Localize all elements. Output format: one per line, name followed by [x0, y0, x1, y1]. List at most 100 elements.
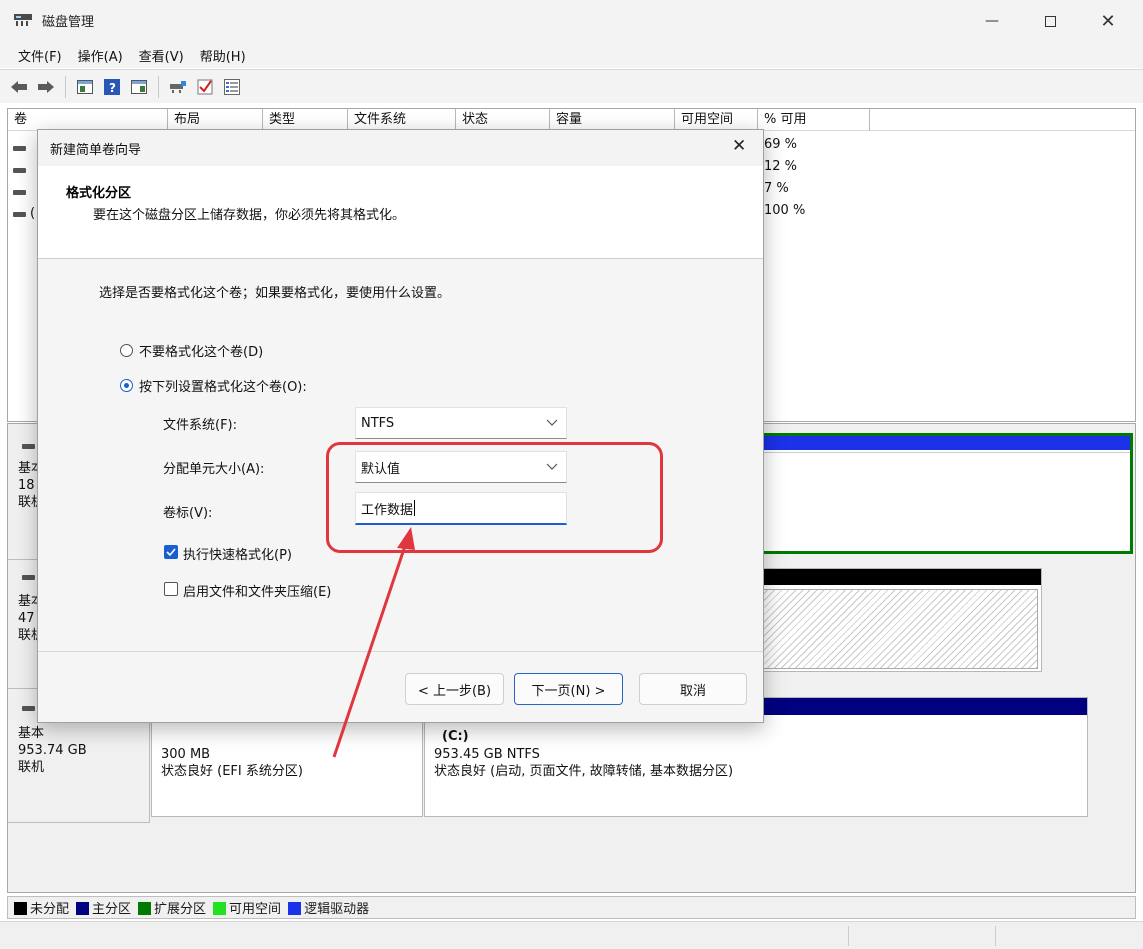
radio-format-label[interactable]: 按下列设置格式化这个卷(O):: [139, 376, 307, 395]
legend-primary: 主分区: [76, 898, 131, 917]
svg-text:?: ?: [109, 81, 116, 95]
unallocated-hatch: [739, 589, 1038, 669]
radio-no-format[interactable]: [120, 344, 133, 357]
radio-format[interactable]: [120, 379, 133, 392]
help-icon: ?: [104, 78, 120, 95]
wizard-instruction: 选择是否要格式化这个卷；如果要格式化，要使用什么设置。: [99, 286, 451, 301]
volume-icon: [13, 168, 26, 173]
volume-label-label: 卷标(V):: [163, 506, 213, 521]
legend-label: 可用空间: [229, 902, 282, 917]
connect-disk-icon: [170, 80, 186, 93]
partition-size: 953.45 GB NTFS: [434, 747, 540, 762]
unallocated-bar: [736, 569, 1041, 585]
maximize-button[interactable]: [1021, 0, 1079, 42]
forward-button[interactable]: [35, 76, 57, 98]
legend-free-space: 可用空间: [213, 898, 281, 917]
quick-format-label[interactable]: 执行快速格式化(P): [183, 544, 292, 563]
legend-label: 扩展分区: [154, 902, 207, 917]
column-capacity[interactable]: 容量: [550, 109, 675, 131]
close-button[interactable]: ✕: [1079, 0, 1137, 42]
column-filesystem[interactable]: 文件系统: [348, 109, 456, 131]
legend-extended: 扩展分区: [138, 898, 206, 917]
legend-unallocated: 未分配: [14, 898, 69, 917]
disk-status: 联机: [18, 760, 45, 775]
allocation-unit-label: 分配单元大小(A):: [163, 462, 265, 477]
volume-list-header: 卷 布局 类型 文件系统 状态 容量 可用空间 % 可用: [8, 109, 1135, 131]
minimize-button[interactable]: —: [963, 0, 1021, 42]
wizard-step-subtitle: 要在这个磁盘分区上储存数据，你必须先将其格式化。: [93, 208, 406, 223]
legend-swatch: [138, 902, 152, 915]
quick-format-checkbox[interactable]: [164, 545, 178, 559]
disk-icon: [22, 706, 35, 711]
column-volume[interactable]: 卷: [8, 109, 168, 131]
back-arrow-icon: [11, 80, 27, 93]
legend-swatch: [213, 902, 227, 915]
volume-percent-free: 69 %: [764, 137, 798, 152]
column-layout[interactable]: 布局: [168, 109, 263, 131]
logical-drive-bar: [738, 436, 1130, 450]
action-pane-icon: [131, 79, 147, 94]
next-button[interactable]: 下一页(N) >: [514, 673, 623, 705]
wizard-header: 格式化分区 要在这个磁盘分区上储存数据，你必须先将其格式化。: [38, 166, 763, 259]
forward-arrow-icon: [38, 80, 54, 93]
menu-file[interactable]: 文件(F): [10, 46, 70, 65]
wizard-title: 新建简单卷向导: [50, 143, 142, 158]
new-simple-volume-wizard: 新建简单卷向导 ✕ 格式化分区 要在这个磁盘分区上储存数据，你必须先将其格式化。…: [37, 129, 764, 723]
help-button[interactable]: ?: [101, 76, 123, 98]
menu-action[interactable]: 操作(A): [70, 46, 131, 65]
free-space-partition[interactable]: [735, 433, 1133, 554]
volume-icon: [13, 190, 26, 195]
status-divider: [995, 926, 996, 946]
back-button[interactable]: [8, 76, 30, 98]
check-icon: [197, 79, 213, 94]
connect-virtual-disk-button[interactable]: [167, 76, 189, 98]
cancel-button[interactable]: 取消: [639, 673, 747, 705]
legend-swatch: [14, 902, 27, 915]
wizard-footer-divider: [38, 651, 763, 652]
partition-size: 300 MB: [161, 747, 211, 762]
volume-icon: [13, 212, 26, 217]
compression-label[interactable]: 启用文件和文件夹压缩(E): [183, 581, 331, 600]
console-tree-icon: [77, 79, 93, 94]
check-button[interactable]: [194, 76, 216, 98]
volume-name-partial: (: [30, 206, 36, 221]
filesystem-label: 文件系统(F):: [163, 418, 238, 433]
legend-logical-drive: 逻辑驱动器: [288, 898, 369, 917]
minimize-icon: —: [985, 13, 999, 29]
status-divider: [848, 926, 849, 946]
title-bar: 磁盘管理 — ✕: [0, 0, 1143, 42]
menu-help[interactable]: 帮助(H): [192, 46, 254, 65]
window-title: 磁盘管理: [42, 15, 95, 30]
filesystem-value: NTFS: [361, 415, 395, 431]
legend-label: 未分配: [30, 902, 70, 917]
close-icon: ✕: [1100, 10, 1116, 32]
annotation-highlight-box: [326, 442, 663, 553]
show-hide-action-pane-button[interactable]: [128, 76, 150, 98]
column-free-space[interactable]: 可用空间: [675, 109, 758, 131]
wizard-close-button[interactable]: ✕: [732, 136, 746, 156]
volume-percent-free: 100 %: [764, 203, 806, 218]
legend: 未分配 主分区 扩展分区 可用空间 逻辑驱动器: [7, 896, 1136, 919]
column-type[interactable]: 类型: [263, 109, 348, 131]
radio-no-format-label[interactable]: 不要格式化这个卷(D): [139, 341, 263, 360]
legend-label: 主分区: [92, 902, 132, 917]
column-percent-free[interactable]: % 可用: [758, 109, 870, 131]
unallocated-partition[interactable]: [735, 568, 1042, 672]
menu-view[interactable]: 查看(V): [131, 46, 192, 65]
filesystem-select[interactable]: NTFS: [355, 407, 567, 439]
properties-list-icon: [224, 78, 240, 95]
properties-button[interactable]: [221, 76, 243, 98]
chevron-down-icon: [546, 419, 558, 426]
disk-size: 953.74 GB: [18, 743, 87, 758]
volume-percent-free: 12 %: [764, 159, 798, 174]
legend-label: 逻辑驱动器: [304, 902, 370, 917]
toolbar-separator: [65, 75, 66, 98]
compression-checkbox[interactable]: [164, 582, 178, 596]
checkmark-icon: [166, 548, 176, 557]
disk-icon: [22, 575, 35, 580]
back-button[interactable]: < 上一步(B): [405, 673, 504, 705]
toolbar-separator: [158, 75, 159, 98]
volume-icon: [13, 146, 26, 151]
column-status[interactable]: 状态: [456, 109, 550, 131]
show-hide-console-tree-button[interactable]: [74, 76, 96, 98]
